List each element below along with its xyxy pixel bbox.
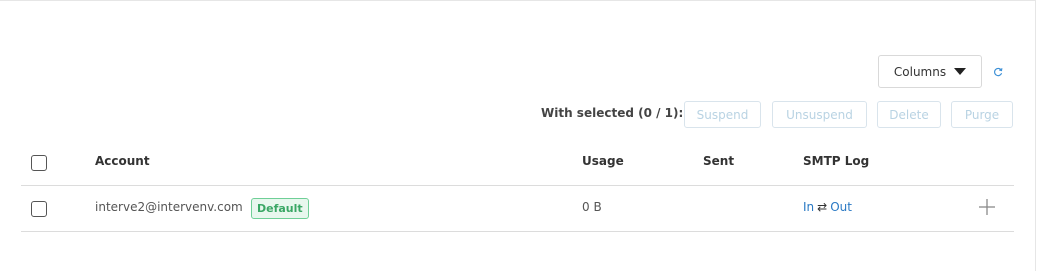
header-divider [21,185,1014,186]
purge-button[interactable]: Purge [951,101,1013,128]
header-sent[interactable]: Sent [703,154,734,168]
with-selected-label: With selected (0 / 1): [541,106,684,120]
plus-icon[interactable] [978,198,996,216]
smtp-in-link[interactable]: In [803,200,814,214]
unsuspend-button[interactable]: Unsuspend [772,101,867,128]
columns-label: Columns [893,64,947,79]
usage-value: 0 B [582,200,602,214]
header-smtp-log[interactable]: SMTP Log [803,154,869,168]
refresh-icon[interactable] [993,67,1003,77]
header-usage[interactable]: Usage [582,154,624,168]
row-divider [21,231,1014,232]
account-email[interactable]: interve2@intervenv.com [95,200,243,214]
header-account[interactable]: Account [95,154,150,168]
suspend-button[interactable]: Suspend [684,101,761,128]
select-all-checkbox[interactable] [31,155,47,171]
delete-button[interactable]: Delete [877,101,941,128]
row-checkbox[interactable] [31,201,47,217]
caret-down-icon [954,68,967,75]
default-badge: Default [251,198,309,219]
smtp-log-links: In ⇄ Out [803,200,852,214]
smtp-out-link[interactable]: Out [830,200,852,214]
swap-arrows-icon: ⇄ [817,200,828,214]
columns-dropdown-button[interactable]: Columns [878,55,982,88]
right-border [1035,0,1036,271]
top-border [0,0,1035,1]
